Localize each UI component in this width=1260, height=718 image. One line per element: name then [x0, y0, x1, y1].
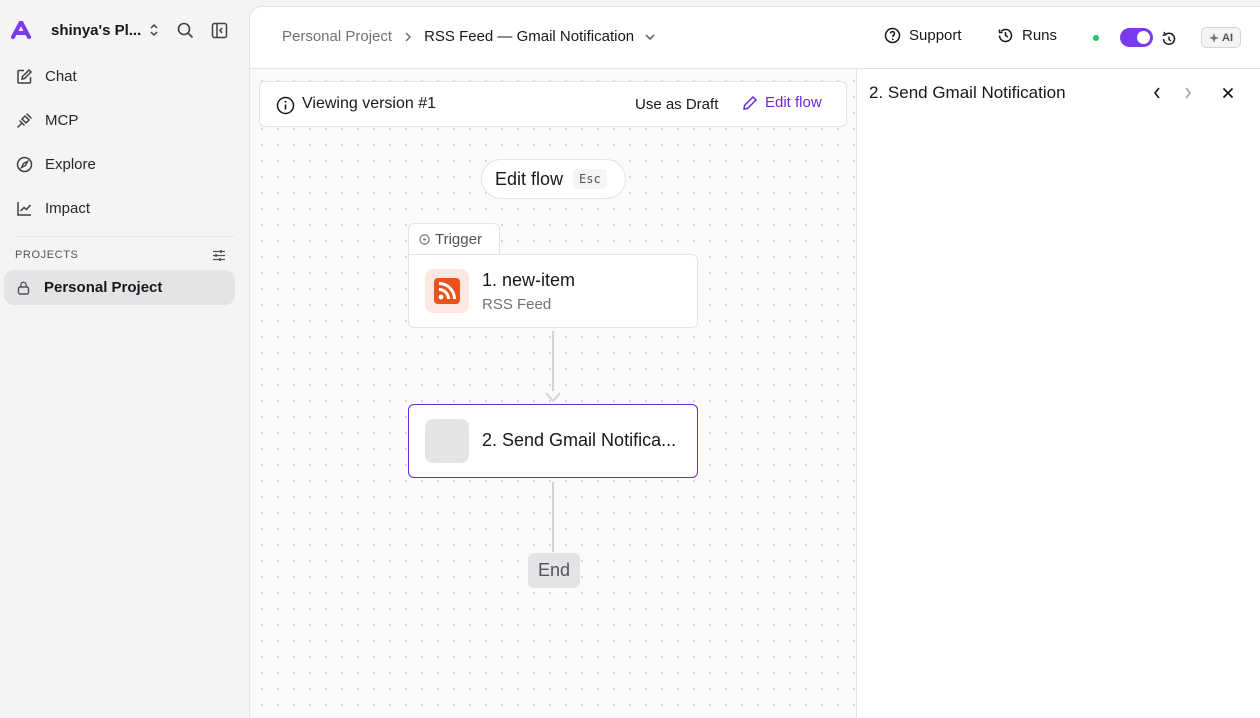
runs-label: Runs [1022, 27, 1058, 44]
project-name: Personal Project [44, 279, 163, 296]
timer-reset-icon[interactable] [1158, 28, 1178, 48]
search-icon[interactable] [174, 19, 196, 41]
compass-icon [15, 155, 33, 173]
sparkle-icon [1209, 32, 1219, 43]
step-settings-panel: 2. Send Gmail Notification [856, 69, 1260, 718]
chevron-left-icon[interactable] [1147, 83, 1167, 103]
history-icon [997, 27, 1014, 44]
step-title: 2. Send Gmail Notifica... [482, 430, 677, 450]
sliders-icon[interactable] [211, 247, 227, 263]
sidebar-item-chat[interactable]: Chat [15, 64, 77, 88]
status-indicator [1093, 35, 1099, 41]
edit-flow-pill[interactable]: Edit flow Esc [481, 159, 626, 199]
lightning-icon [419, 234, 430, 245]
step-title: 1. new-item [482, 270, 576, 290]
trigger-label: Trigger [435, 231, 482, 248]
help-circle-icon [884, 27, 901, 44]
ai-label: AI [1222, 31, 1233, 44]
chevron-right-icon[interactable] [1178, 83, 1198, 103]
panel-title: 2. Send Gmail Notification [869, 83, 1066, 102]
flow-canvas[interactable]: Viewing version #1 Use as Draft Edit flo… [250, 69, 856, 718]
arrow-down-icon [545, 392, 561, 403]
edit-flow-label: Edit flow [765, 94, 822, 111]
app-logo-icon [10, 19, 32, 41]
line-chart-icon [15, 199, 33, 217]
connector-line [552, 482, 554, 552]
breadcrumb-flow-name[interactable]: RSS Feed — Gmail Notification [424, 28, 634, 45]
edit-icon [15, 67, 33, 85]
lock-icon [17, 281, 30, 295]
version-banner: Viewing version #1 Use as Draft Edit flo… [259, 81, 847, 127]
chevron-updown-icon [149, 23, 159, 37]
connector-line [552, 331, 554, 391]
flow-enabled-toggle[interactable] [1120, 28, 1153, 47]
step-card-send-gmail[interactable]: 2. Send Gmail Notifica... [408, 404, 698, 478]
chevron-right-icon [404, 31, 412, 43]
gmail-icon-placeholder [425, 419, 469, 463]
sidebar-item-mcp[interactable]: MCP [15, 108, 78, 132]
rss-icon [425, 269, 469, 313]
esc-shortcut-badge: Esc [573, 169, 607, 189]
pencil-icon [742, 95, 758, 111]
breadcrumb-project[interactable]: Personal Project [282, 28, 392, 45]
sidebar-item-label: Chat [45, 67, 77, 85]
sidebar-project-item[interactable]: Personal Project [4, 270, 235, 305]
projects-header: PROJECTS [15, 249, 79, 261]
step-subtitle: RSS Feed [482, 296, 552, 313]
sidebar-item-label: MCP [45, 111, 79, 129]
top-bar: Personal Project RSS Feed — Gmail Notifi… [250, 7, 1260, 69]
sidebar-item-explore[interactable]: Explore [15, 152, 96, 176]
step-card-new-item[interactable]: 1. new-item RSS Feed [408, 254, 698, 328]
plug-icon [15, 111, 33, 129]
support-label: Support [909, 27, 962, 44]
end-node: End [528, 553, 580, 588]
sidebar: shinya's Pl... Chat MCP Explore Impact P… [0, 0, 249, 718]
runs-button[interactable]: Runs [997, 27, 1057, 44]
main-panel: Personal Project RSS Feed — Gmail Notifi… [249, 6, 1260, 718]
trigger-tab: Trigger [408, 223, 500, 255]
info-icon [275, 95, 295, 115]
close-icon[interactable] [1218, 83, 1238, 103]
sidebar-item-label: Explore [45, 155, 96, 173]
sidebar-item-label: Impact [45, 199, 91, 217]
chevron-down-icon[interactable] [644, 33, 656, 41]
support-button[interactable]: Support [884, 27, 962, 44]
toggle-knob [1137, 31, 1150, 44]
sidebar-item-impact[interactable]: Impact [15, 196, 90, 220]
ai-button[interactable]: AI [1201, 27, 1241, 48]
edit-flow-pill-label: Edit flow [495, 168, 564, 189]
breadcrumb: Personal Project RSS Feed — Gmail Notifi… [282, 28, 656, 45]
use-as-draft-button[interactable]: Use as Draft [635, 96, 718, 113]
sidebar-divider [15, 236, 234, 237]
edit-flow-button[interactable]: Edit flow [742, 94, 822, 111]
version-text: Viewing version #1 [302, 95, 437, 112]
workspace-switcher[interactable]: shinya's Pl... [10, 18, 159, 42]
workspace-name: shinya's Pl... [51, 21, 142, 39]
sidebar-toggle-icon[interactable] [208, 19, 230, 41]
